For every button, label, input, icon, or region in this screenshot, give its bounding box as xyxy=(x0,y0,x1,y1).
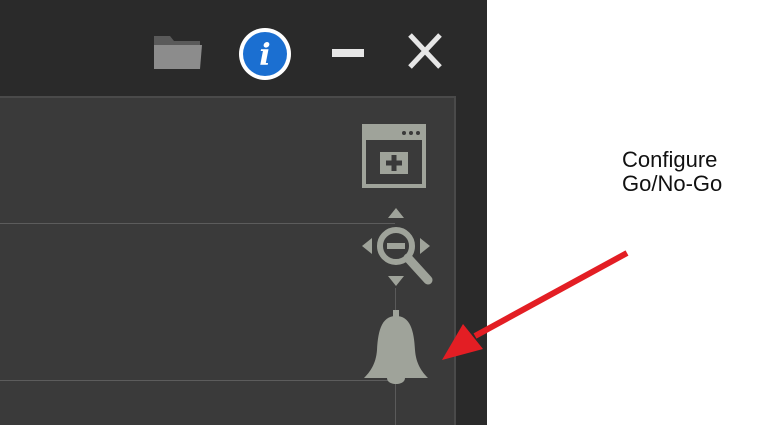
arrow-shaft xyxy=(473,250,629,339)
arrow-head xyxy=(442,324,483,360)
annotation-arrow xyxy=(442,250,629,360)
